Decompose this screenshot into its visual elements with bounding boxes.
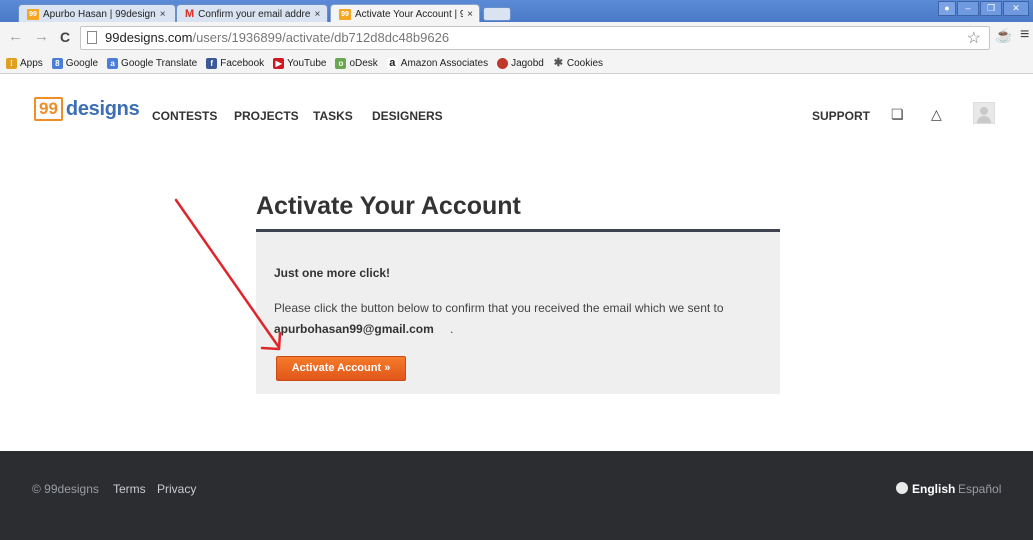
- email-suffix: .: [450, 322, 454, 336]
- back-arrow-icon[interactable]: ←: [8, 28, 23, 45]
- bookmark-facebook[interactable]: f Facebook: [206, 58, 264, 69]
- tab-title: Confirm your email addre: [198, 8, 311, 20]
- nav-designers[interactable]: DESIGNERS: [372, 109, 443, 123]
- browser-titlebar: 99 Apurbo Hasan | 99design × M Confirm y…: [0, 0, 1033, 23]
- activate-account-button[interactable]: Activate Account »: [276, 356, 406, 381]
- address-bar[interactable]: 99designs.com/users/1936899/activate/db7…: [80, 26, 990, 50]
- cookie-icon: ✱: [553, 57, 563, 69]
- window-controls: ● – ❐ ✕: [938, 1, 1029, 16]
- bookmark-google-translate[interactable]: a Google Translate: [107, 58, 197, 69]
- bookmark-jagobd[interactable]: Jagobd: [497, 58, 544, 69]
- language-english[interactable]: English: [912, 482, 955, 496]
- page-title: Activate Your Account: [256, 192, 521, 220]
- panel-message: Please click the button below to confirm…: [274, 301, 724, 315]
- tab-title: Activate Your Account | 9: [355, 8, 464, 20]
- 99designs-icon: 99: [27, 8, 39, 20]
- logo-wordmark: designs: [65, 97, 140, 120]
- tab-title: Apurbo Hasan | 99design: [43, 8, 156, 20]
- bookmark-star-icon[interactable]: ☆: [967, 28, 981, 48]
- nav-tasks[interactable]: TASKS: [313, 109, 353, 123]
- bookmark-amazon-associates[interactable]: a Amazon Associates: [386, 58, 488, 69]
- bookmark-cookies[interactable]: ✱ Cookies: [553, 57, 603, 70]
- site-footer: © 99designs Terms Privacy English Españo…: [0, 451, 1033, 540]
- site-logo[interactable]: 99 designs: [34, 97, 140, 121]
- close-window-button[interactable]: ✕: [1003, 1, 1029, 16]
- logo-number: 99: [34, 97, 63, 121]
- google-icon: 8: [51, 58, 63, 69]
- footer-privacy-link[interactable]: Privacy: [157, 482, 196, 496]
- page-icon: [87, 31, 97, 44]
- bookmark-apps[interactable]: ⁞ Apps: [6, 58, 43, 69]
- tab-close-icon[interactable]: ×: [314, 9, 320, 20]
- bookmark-youtube[interactable]: ▶ YouTube: [273, 58, 326, 69]
- browser-toolbar: ← → C 99designs.com/users/1936899/activa…: [0, 22, 1033, 54]
- browser-tab-activate[interactable]: 99 Activate Your Account | 9 ×: [330, 4, 480, 23]
- youtube-icon: ▶: [273, 58, 285, 69]
- tab-close-icon[interactable]: ×: [467, 9, 473, 20]
- user-profile-icon[interactable]: ●: [938, 1, 956, 16]
- url-text: 99designs.com/users/1936899/activate/db7…: [105, 30, 450, 45]
- panel-subheading: Just one more click!: [274, 266, 391, 280]
- nav-contests[interactable]: CONTESTS: [152, 109, 217, 123]
- avatar[interactable]: [973, 102, 995, 124]
- 99designs-icon: 99: [339, 8, 351, 20]
- projects-switch-icon[interactable]: ❏: [891, 106, 904, 123]
- language-espanol[interactable]: Español: [958, 482, 1001, 496]
- apps-grid-icon: ⁞: [6, 58, 17, 69]
- activation-panel: Just one more click! Please click the bu…: [256, 229, 780, 394]
- bookmark-google[interactable]: 8 Google: [51, 58, 98, 69]
- new-tab-button[interactable]: [483, 7, 511, 21]
- notification-bell-icon[interactable]: △: [931, 106, 942, 123]
- odesk-icon: o: [335, 58, 347, 69]
- bookmark-odesk[interactable]: o oDesk: [335, 58, 378, 69]
- globe-icon: [896, 482, 908, 494]
- forward-arrow-icon[interactable]: →: [34, 28, 49, 45]
- translate-icon: a: [107, 58, 119, 69]
- menu-icon[interactable]: ≡: [1020, 26, 1029, 44]
- nav-support[interactable]: SUPPORT: [812, 109, 870, 123]
- reload-icon[interactable]: C: [60, 29, 70, 45]
- minimize-button[interactable]: –: [957, 1, 979, 16]
- amazon-icon: a: [386, 58, 398, 69]
- facebook-icon: f: [206, 58, 218, 69]
- footer-copyright: © 99designs: [32, 482, 99, 496]
- gmail-icon: M: [185, 8, 195, 20]
- maximize-button[interactable]: ❐: [980, 1, 1002, 16]
- site-header: 99 designs CONTESTS PROJECTS TASKS DESIG…: [0, 75, 1033, 155]
- nav-projects[interactable]: PROJECTS: [234, 109, 299, 123]
- browser-tab-profile[interactable]: 99 Apurbo Hasan | 99design ×: [18, 4, 176, 23]
- browser-tab-gmail[interactable]: M Confirm your email addre ×: [176, 4, 328, 23]
- email-address: apurbohasan99@gmail.com: [274, 322, 434, 336]
- tab-close-icon[interactable]: ×: [160, 9, 166, 20]
- footer-terms-link[interactable]: Terms: [113, 482, 146, 496]
- jagobd-icon: [497, 58, 509, 69]
- extension-icon[interactable]: ☕: [995, 27, 1012, 44]
- bookmarks-bar: ⁞ Apps 8 Google a Google Translate f Faceboo…: [0, 54, 1033, 74]
